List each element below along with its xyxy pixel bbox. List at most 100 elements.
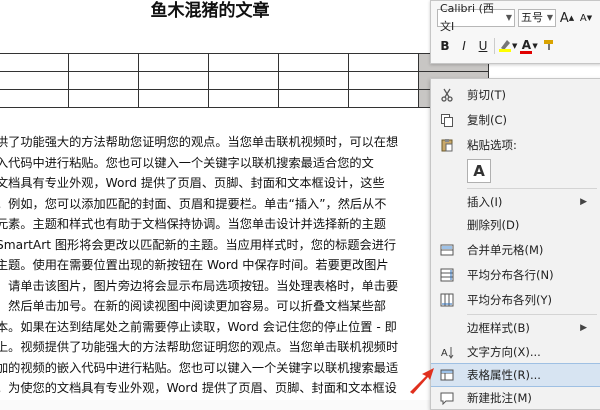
table-cell[interactable] xyxy=(0,71,69,90)
text-line: 。为使您的文档具有专业外观，Word 提供了页眉、页脚、封面和文本框设 xyxy=(0,381,397,395)
chevron-down-icon[interactable]: ▼ xyxy=(512,42,517,50)
distribute-rows-icon xyxy=(439,267,455,283)
menu-item-label: 复制(C) xyxy=(467,113,508,127)
chevron-right-icon: ▶ xyxy=(580,323,587,333)
table-cell[interactable] xyxy=(0,89,69,108)
merge-cells-icon xyxy=(439,242,455,258)
table-cell[interactable] xyxy=(68,89,139,108)
shrink-font-icon: A xyxy=(579,12,587,24)
text-line: 主题。使用在需要位置出现的新按钮在 Word 中保存时间。若要更改图片 xyxy=(0,258,389,272)
menu-item-label: 粘贴选项: xyxy=(467,138,517,152)
menu-item-distribute-columns[interactable]: 平均分布各列(Y) xyxy=(431,289,600,311)
grow-font-button[interactable]: A ▲ xyxy=(559,9,575,27)
font-color-button[interactable]: A ▼ xyxy=(520,37,538,55)
table-properties-icon xyxy=(439,367,455,383)
scissors-icon xyxy=(439,87,455,103)
mini-toolbar: Calibri (西文I ▼ 五号 ▼ A ▲ A ▼ B I U ▼ A ▼ xyxy=(430,0,600,64)
menu-item-label: 边框样式(B) xyxy=(467,321,530,335)
chevron-right-icon: ▶ xyxy=(580,197,587,207)
distribute-columns-icon xyxy=(439,292,455,308)
menu-item-distribute-rows[interactable]: 平均分布各行(N) xyxy=(431,264,600,286)
text-line: ，请单击该图片，图片旁边将会显示布局选项按钮。当处理表格时，单击要 xyxy=(0,278,399,293)
bold-button[interactable]: B xyxy=(437,37,453,55)
chevron-down-icon[interactable]: ▼ xyxy=(506,9,512,27)
menu-item-label: 新建批注(M) xyxy=(467,391,532,405)
menu-item-label: 合并单元格(M) xyxy=(467,243,544,257)
table-cell[interactable] xyxy=(278,71,349,90)
table-cell[interactable] xyxy=(138,71,209,90)
highlighter-icon xyxy=(498,38,512,55)
toolbar-divider xyxy=(494,38,495,54)
menu-item-label: 平均分布各行(N) xyxy=(467,268,554,282)
text-line: 元素。主题和样式也有助于文档保持协调。当您单击设计并选择新的主题 xyxy=(0,217,386,231)
table-cell[interactable] xyxy=(0,53,69,72)
table-cell[interactable] xyxy=(208,53,279,72)
copy-icon xyxy=(439,112,455,128)
text-direction-icon: A xyxy=(439,344,455,360)
table-row xyxy=(0,89,489,108)
table-cell[interactable] xyxy=(278,89,349,108)
paste-text-only-icon: A xyxy=(473,162,485,180)
menu-item-table-properties[interactable]: 表格属性(R)... xyxy=(431,363,600,387)
menu-item-insert[interactable]: 插入(I) ▶ xyxy=(431,191,600,213)
svg-text:A: A xyxy=(441,348,448,359)
highlight-button[interactable]: ▼ xyxy=(498,37,517,55)
table-row xyxy=(0,53,489,72)
red-arrow-pointer-icon xyxy=(410,368,434,394)
text-line: 。例如，您可以添加匹配的封面、页眉和提要栏。单击“插入”，然后从不 xyxy=(0,196,387,211)
text-line: 文档具有专业外观，Word 提供了页眉、页脚、封面和文本框设计，这些 xyxy=(0,176,385,190)
menu-item-copy[interactable]: 复制(C) xyxy=(431,109,600,131)
text-line: 供了功能强大的方法帮助您证明您的观点。当您单击联机视频时，可以在想 xyxy=(0,135,399,149)
menu-item-cut[interactable]: 剪切(T) xyxy=(431,84,600,106)
menu-item-delete-column[interactable]: 删除列(D) xyxy=(431,214,600,236)
paste-icon xyxy=(439,137,455,153)
body-paragraph[interactable]: 供了功能强大的方法帮助您证明您的观点。当您单击联机视频时，可以在想 入代码中进行… xyxy=(0,132,466,399)
chevron-down-icon[interactable]: ▼ xyxy=(547,9,553,27)
document-table[interactable] xyxy=(0,53,489,108)
paste-option-keep-text-button[interactable]: A xyxy=(467,159,491,183)
menu-item-merge-cells[interactable]: 合并单元格(M) xyxy=(431,239,600,261)
font-size-combo[interactable]: 五号 ▼ xyxy=(518,9,556,27)
table-row xyxy=(0,71,489,90)
table-cell[interactable] xyxy=(348,89,419,108)
context-menu: 剪切(T) 复制(C) 粘贴选项: A 插入(I) ▶ 删除列(D) 合并单元格… xyxy=(430,78,600,410)
font-size-value: 五号 xyxy=(521,11,543,24)
table-cell[interactable] xyxy=(68,53,139,72)
document-title: 鱼木混猪的文章 xyxy=(150,1,270,21)
menu-item-label: 删除列(D) xyxy=(467,218,520,232)
format-painter-button[interactable] xyxy=(541,37,557,55)
shrink-font-button[interactable]: A ▼ xyxy=(578,9,594,27)
italic-button[interactable]: I xyxy=(456,37,472,55)
menu-item-paste-options: 粘贴选项: xyxy=(431,134,600,156)
menu-item-label: 文字方向(X)... xyxy=(467,345,541,359)
format-painter-icon xyxy=(542,38,556,55)
menu-item-text-direction[interactable]: A 文字方向(X)... xyxy=(431,341,600,363)
underline-button[interactable]: U xyxy=(475,37,491,55)
table-cell[interactable] xyxy=(348,53,419,72)
table-cell[interactable] xyxy=(208,71,279,90)
table-cell[interactable] xyxy=(138,53,209,72)
table-cell[interactable] xyxy=(208,89,279,108)
menu-item-label: 表格属性(R)... xyxy=(467,368,541,382)
table-cell[interactable] xyxy=(68,71,139,90)
menu-item-label: 剪切(T) xyxy=(467,88,506,102)
mini-toolbar-row-font: Calibri (西文I ▼ 五号 ▼ A ▲ A ▼ xyxy=(437,2,597,33)
font-name-value: Calibri (西文I xyxy=(440,2,494,33)
font-color-icon: A xyxy=(521,37,532,52)
menu-divider xyxy=(467,314,597,315)
menu-divider xyxy=(467,188,597,189)
font-name-combo[interactable]: Calibri (西文I ▼ xyxy=(437,2,515,33)
table-cell[interactable] xyxy=(138,89,209,108)
table-cell[interactable] xyxy=(348,71,419,90)
text-line: ，然后单击加号。在新的阅读视图中阅读更加容易。可以折叠文档某些部 xyxy=(0,299,386,313)
mini-toolbar-row-format: B I U ▼ A ▼ xyxy=(437,35,597,57)
menu-item-new-comment[interactable]: 新建批注(M) xyxy=(431,387,600,409)
text-line: 加的视频的嵌入代码中进行粘贴。您也可以键入一个关键字以联机搜索最适 xyxy=(0,360,399,375)
table-cell[interactable] xyxy=(278,53,349,72)
menu-item-label: 插入(I) xyxy=(467,195,503,209)
text-line: SmartArt 图形将会更改以匹配新的主题。当应用样式时，您的标题会进行 xyxy=(0,237,397,252)
grow-font-icon: A xyxy=(559,10,569,26)
chevron-down-icon[interactable]: ▼ xyxy=(532,42,537,50)
menu-item-border-styles[interactable]: 边框样式(B) ▶ xyxy=(431,317,600,339)
text-line: 上。视频提供了功能强大的方法帮助您证明您的观点。当您单击联机视频时 xyxy=(0,340,399,354)
